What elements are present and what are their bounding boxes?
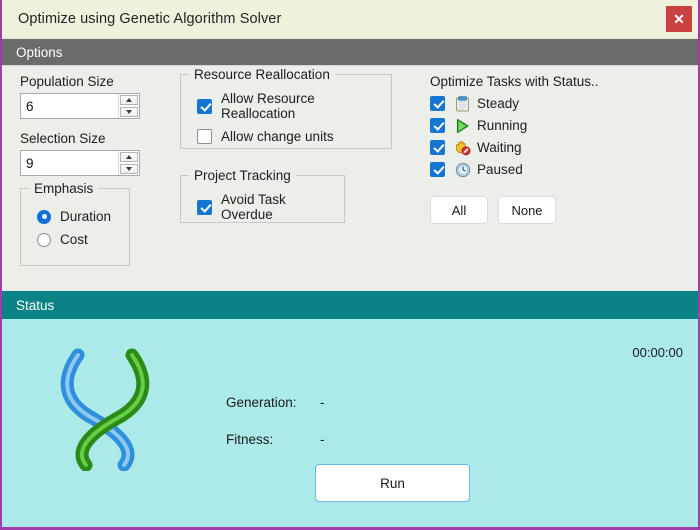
checkbox-allow-resource-reallocation-label: Allow Resource Reallocation [221,91,315,121]
checkbox-status-steady[interactable]: Steady [430,95,660,112]
checkbox-status-waiting[interactable]: Waiting [430,139,660,156]
checkbox-status-paused[interactable]: Paused [430,161,660,178]
radio-duration-indicator [37,209,51,224]
population-size-value[interactable]: 6 [21,94,118,118]
checkbox-status-paused-label: Paused [477,162,523,177]
radio-cost[interactable]: Cost [37,232,119,247]
radio-cost-indicator [37,232,51,247]
select-all-button[interactable]: All [430,196,488,224]
dna-helix-logo [60,348,150,471]
hand-stop-icon [454,139,471,156]
elapsed-timer: 00:00:00 [632,345,683,360]
checkbox-status-steady-indicator [430,96,445,111]
selection-size-stepper[interactable]: 9 [20,150,140,176]
checkbox-allow-change-units-label: Allow change units [221,129,334,144]
options-left-column: Population Size 6 Selection Size 9 Empha… [20,74,170,266]
checkbox-allow-resource-reallocation-indicator [197,98,212,114]
chevron-down-icon [126,110,132,114]
chevron-down-icon [126,167,132,171]
selection-size-value[interactable]: 9 [21,151,118,175]
selection-size-label: Selection Size [20,131,106,146]
selection-size-decrement-button[interactable] [120,164,138,174]
status-section-header: Status [2,291,698,319]
checkbox-status-waiting-label: Waiting [477,140,522,155]
checkbox-avoid-task-overdue-label: Avoid Task Overdue [221,192,286,222]
radio-cost-label: Cost [60,232,88,247]
run-button[interactable]: Run [315,464,470,502]
project-tracking-group-title: Project Tracking [189,168,296,183]
resource-reallocation-group-title: Resource Reallocation [189,67,335,82]
checkbox-allow-change-units[interactable]: Allow change units [197,129,381,144]
population-size-stepper[interactable]: 6 [20,93,140,119]
checkbox-allow-resource-reallocation[interactable]: Allow Resource Reallocation [197,91,381,121]
clipboard-icon [454,95,471,112]
dialog-window: Optimize using Genetic Algorithm Solver … [0,0,700,530]
options-section-header: Options [2,39,698,66]
checkbox-avoid-task-overdue-indicator [197,199,212,215]
selection-size-spin-buttons [118,151,139,175]
checkbox-status-running[interactable]: Running [430,117,660,134]
radio-duration-label: Duration [60,209,112,224]
title-bar: Optimize using Genetic Algorithm Solver … [2,0,698,39]
selection-size-increment-button[interactable] [120,152,138,162]
close-icon[interactable]: ✕ [666,6,692,32]
population-size-label: Population Size [20,74,114,89]
population-size-decrement-button[interactable] [120,107,138,117]
chevron-up-icon [126,155,132,159]
checkbox-allow-change-units-indicator [197,129,212,144]
select-none-button[interactable]: None [498,196,556,224]
chevron-up-icon [126,98,132,102]
generation-label: Generation: [226,395,297,410]
radio-duration[interactable]: Duration [37,209,119,224]
resource-reallocation-groupbox: Resource Reallocation Allow Resource Rea… [180,67,392,149]
checkbox-status-running-label: Running [477,118,528,133]
status-panel: 00:00:00 Generation: - Fitness: - Run [2,319,698,527]
options-panel: Population Size 6 Selection Size 9 Empha… [2,66,698,291]
generation-value: - [320,395,325,410]
fitness-value: - [320,432,325,447]
population-size-spin-buttons [118,94,139,118]
checkbox-status-running-indicator [430,118,445,133]
checkbox-status-paused-indicator [430,162,445,177]
checkbox-status-steady-label: Steady [477,96,520,111]
options-middle-column: Resource Reallocation Allow Resource Rea… [180,67,400,223]
project-tracking-groupbox: Project Tracking Avoid Task Overdue [180,168,345,223]
clock-icon [454,161,471,178]
emphasis-groupbox: Emphasis Duration Cost [20,181,130,266]
status-select-buttons: All None [430,196,660,224]
play-triangle-icon [454,117,471,134]
emphasis-group-title: Emphasis [29,181,99,196]
population-size-increment-button[interactable] [120,95,138,105]
checkbox-status-waiting-indicator [430,140,445,155]
window-title: Optimize using Genetic Algorithm Solver [18,11,282,27]
fitness-label: Fitness: [226,432,274,447]
task-status-title: Optimize Tasks with Status.. [430,74,599,89]
options-right-column: Optimize Tasks with Status.. Steady Runn… [430,74,660,224]
checkbox-avoid-task-overdue[interactable]: Avoid Task Overdue [197,192,334,222]
